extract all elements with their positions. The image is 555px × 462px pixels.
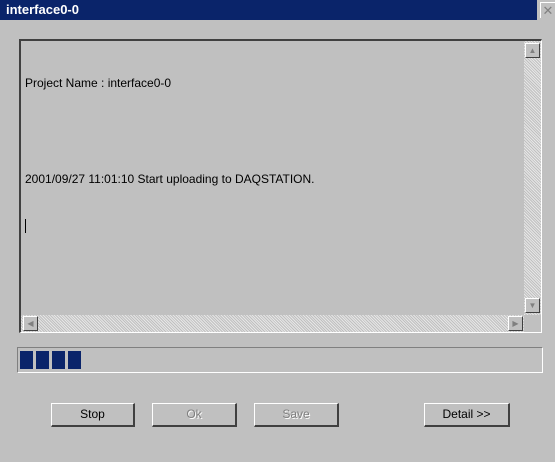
log-line-upload: 2001/09/27 11:01:10 Start uploading to D…: [25, 172, 315, 186]
horizontal-scrollbar[interactable]: ◀ ▶: [21, 315, 524, 332]
scroll-left-icon[interactable]: ◀: [23, 316, 38, 331]
progress-block: [68, 351, 81, 369]
text-caret: [25, 219, 26, 233]
detail-button[interactable]: Detail >>: [424, 403, 510, 427]
window-title: interface0-0: [0, 0, 537, 20]
log-line-project: Project Name : interface0-0: [25, 76, 172, 90]
progress-block: [36, 351, 49, 369]
stop-button[interactable]: Stop: [51, 403, 135, 427]
progress-block: [52, 351, 65, 369]
save-button[interactable]: Save: [254, 403, 339, 427]
upload-dialog: interface0-0 ✕ Project Name : interface0…: [0, 0, 555, 462]
vertical-scrollbar[interactable]: ▲ ▼: [524, 41, 541, 316]
progress-block: [20, 351, 33, 369]
close-icon[interactable]: ✕: [540, 2, 555, 18]
upload-progress-bar: [17, 347, 543, 373]
log-panel[interactable]: Project Name : interface0-0 ​ 2001/09/27…: [19, 39, 542, 333]
scroll-up-icon[interactable]: ▲: [525, 43, 540, 58]
scroll-down-icon[interactable]: ▼: [525, 298, 540, 313]
log-text: Project Name : interface0-0 ​ 2001/09/27…: [25, 43, 521, 313]
ok-button[interactable]: Ok: [152, 403, 237, 427]
progress-track: [20, 351, 538, 369]
scroll-right-icon[interactable]: ▶: [508, 316, 523, 331]
scrollbar-corner: [524, 315, 541, 332]
log-line-blank: ​: [25, 123, 521, 139]
